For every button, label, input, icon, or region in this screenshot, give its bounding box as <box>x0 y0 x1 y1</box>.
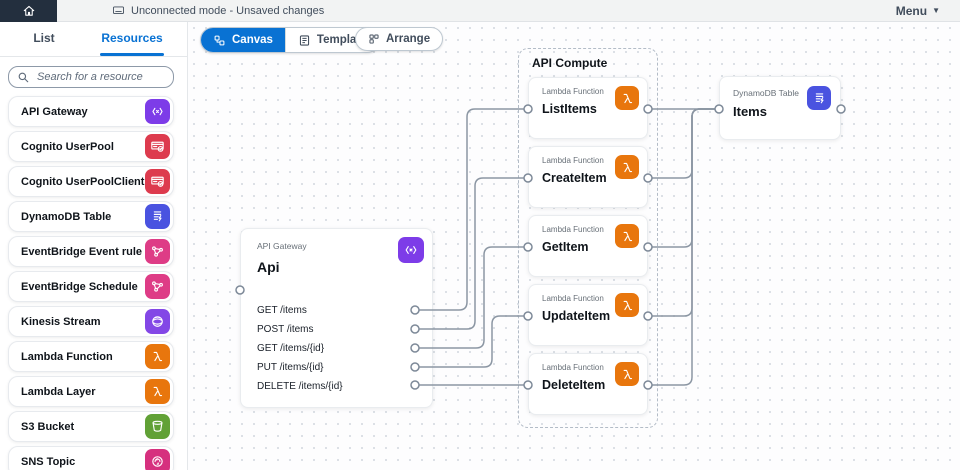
home-icon <box>22 4 36 18</box>
top-bar: Unconnected mode - Unsaved changes Menu … <box>0 0 960 22</box>
arrange-icon <box>368 33 380 45</box>
lambda-node-getitem[interactable]: Lambda Function GetItem <box>528 215 648 277</box>
canvas-view-icon <box>213 34 226 47</box>
api-gateway-icon <box>398 237 424 263</box>
canvas-view-label: Canvas <box>232 34 273 46</box>
resource-label: Cognito UserPool <box>21 140 114 153</box>
dynamodb-icon <box>807 86 831 110</box>
node-title: CreateItem <box>542 171 607 185</box>
route-list: GET /items POST /items GET /items/{id} PUT … <box>257 301 408 396</box>
arrange-label: Arrange <box>386 33 431 45</box>
resource-label: Cognito UserPoolClient <box>21 175 145 188</box>
resource-search <box>8 66 174 88</box>
resource-item-s3-bucket[interactable]: S3 Bucket <box>8 411 174 442</box>
api-route[interactable]: GET /items/{id} <box>257 339 408 358</box>
lambda-node-createitem[interactable]: Lambda Function CreateItem <box>528 146 648 208</box>
resource-item-lambda-function[interactable]: Lambda Function <box>8 341 174 372</box>
node-type-label: Lambda Function <box>542 156 604 165</box>
search-icon <box>17 71 30 84</box>
node-type-label: Lambda Function <box>542 87 604 96</box>
unconnected-icon <box>112 4 125 17</box>
resource-item-lambda-layer[interactable]: Lambda Layer <box>8 376 174 407</box>
tab-list[interactable]: List <box>0 22 88 56</box>
view-switcher: Canvas Template <box>200 27 380 53</box>
search-input[interactable] <box>35 70 165 84</box>
resource-sidebar: List Resources API Gateway Cognito UserPo… <box>0 22 188 470</box>
node-title: ListItems <box>542 102 597 116</box>
lambda-node-updateitem[interactable]: Lambda Function UpdateItem <box>528 284 648 346</box>
node-title: UpdateItem <box>542 309 611 323</box>
resource-label: S3 Bucket <box>21 420 75 433</box>
node-type-label: Lambda Function <box>542 294 604 303</box>
lambda-icon <box>615 155 639 179</box>
dynamodb-table-node[interactable]: DynamoDB Table Items <box>719 76 841 140</box>
lambda-icon <box>145 344 170 369</box>
node-type-label: Lambda Function <box>542 225 604 234</box>
tab-resources[interactable]: Resources <box>88 22 176 56</box>
dynamodb-icon <box>145 204 170 229</box>
node-title: GetItem <box>542 240 589 254</box>
api-route[interactable]: GET /items <box>257 301 408 320</box>
eventbridge-icon <box>145 274 170 299</box>
node-type-label: API Gateway <box>257 241 307 251</box>
api-gateway-node[interactable]: API Gateway Api GET /items POST /items GET… <box>240 228 433 408</box>
eventbridge-icon <box>145 239 170 264</box>
lambda-icon <box>615 86 639 110</box>
lambda-icon <box>615 293 639 317</box>
resource-label: API Gateway <box>21 105 88 118</box>
resource-item-dynamodb-table[interactable]: DynamoDB Table <box>8 201 174 232</box>
caret-down-icon: ▼ <box>932 5 940 15</box>
lambda-icon <box>615 224 639 248</box>
kinesis-icon <box>145 309 170 334</box>
resource-label: Lambda Layer <box>21 385 96 398</box>
home-button[interactable] <box>0 0 57 22</box>
sns-icon <box>145 449 170 470</box>
menu-button[interactable]: Menu ▼ <box>896 4 940 18</box>
status-text: Unconnected mode - Unsaved changes <box>131 4 325 17</box>
resource-item-sns-topic[interactable]: SNS Topic <box>8 446 174 470</box>
lambda-icon <box>145 379 170 404</box>
node-title: Items <box>733 104 767 119</box>
resource-label: DynamoDB Table <box>21 210 112 223</box>
api-route[interactable]: PUT /items/{id} <box>257 358 408 377</box>
template-view-icon <box>298 34 311 47</box>
application-composer-app: Unconnected mode - Unsaved changes Menu … <box>0 0 960 470</box>
resource-label: EventBridge Schedule <box>21 280 138 293</box>
api-gateway-icon <box>145 99 170 124</box>
resource-item-kinesis-stream[interactable]: Kinesis Stream <box>8 306 174 337</box>
node-type-label: DynamoDB Table <box>733 88 799 98</box>
lambda-node-listitems[interactable]: Lambda Function ListItems <box>528 77 648 139</box>
resource-label: Lambda Function <box>21 350 113 363</box>
cognito-userpool-icon <box>145 169 170 194</box>
cognito-userpool-icon <box>145 134 170 159</box>
node-type-label: Lambda Function <box>542 363 604 372</box>
resource-label: SNS Topic <box>21 455 76 468</box>
menu-label: Menu <box>895 3 928 18</box>
s3-bucket-icon <box>145 414 170 439</box>
resource-label: EventBridge Event rule <box>21 245 143 258</box>
resource-item-eventbridge-schedule[interactable]: EventBridge Schedule <box>8 271 174 302</box>
node-title: DeleteItem <box>542 378 606 392</box>
resource-item-cognito-userpool[interactable]: Cognito UserPool <box>8 131 174 162</box>
api-route[interactable]: POST /items <box>257 320 408 339</box>
sidebar-tabs: List Resources <box>0 22 187 57</box>
resource-item-cognito-userpoolclient[interactable]: Cognito UserPoolClient <box>8 166 174 197</box>
api-route[interactable]: DELETE /items/{id} <box>257 377 408 396</box>
arrange-button[interactable]: Arrange <box>355 27 444 51</box>
group-title: API Compute <box>532 56 608 70</box>
resource-label: Kinesis Stream <box>21 315 101 328</box>
resource-item-eventbridge-event-rule[interactable]: EventBridge Event rule <box>8 236 174 267</box>
canvas-view-button[interactable]: Canvas <box>201 28 285 52</box>
resource-item-api-gateway[interactable]: API Gateway <box>8 96 174 127</box>
node-title: Api <box>257 259 280 275</box>
lambda-icon <box>615 362 639 386</box>
connection-status: Unconnected mode - Unsaved changes <box>112 4 324 17</box>
lambda-node-deleteitem[interactable]: Lambda Function DeleteItem <box>528 353 648 415</box>
